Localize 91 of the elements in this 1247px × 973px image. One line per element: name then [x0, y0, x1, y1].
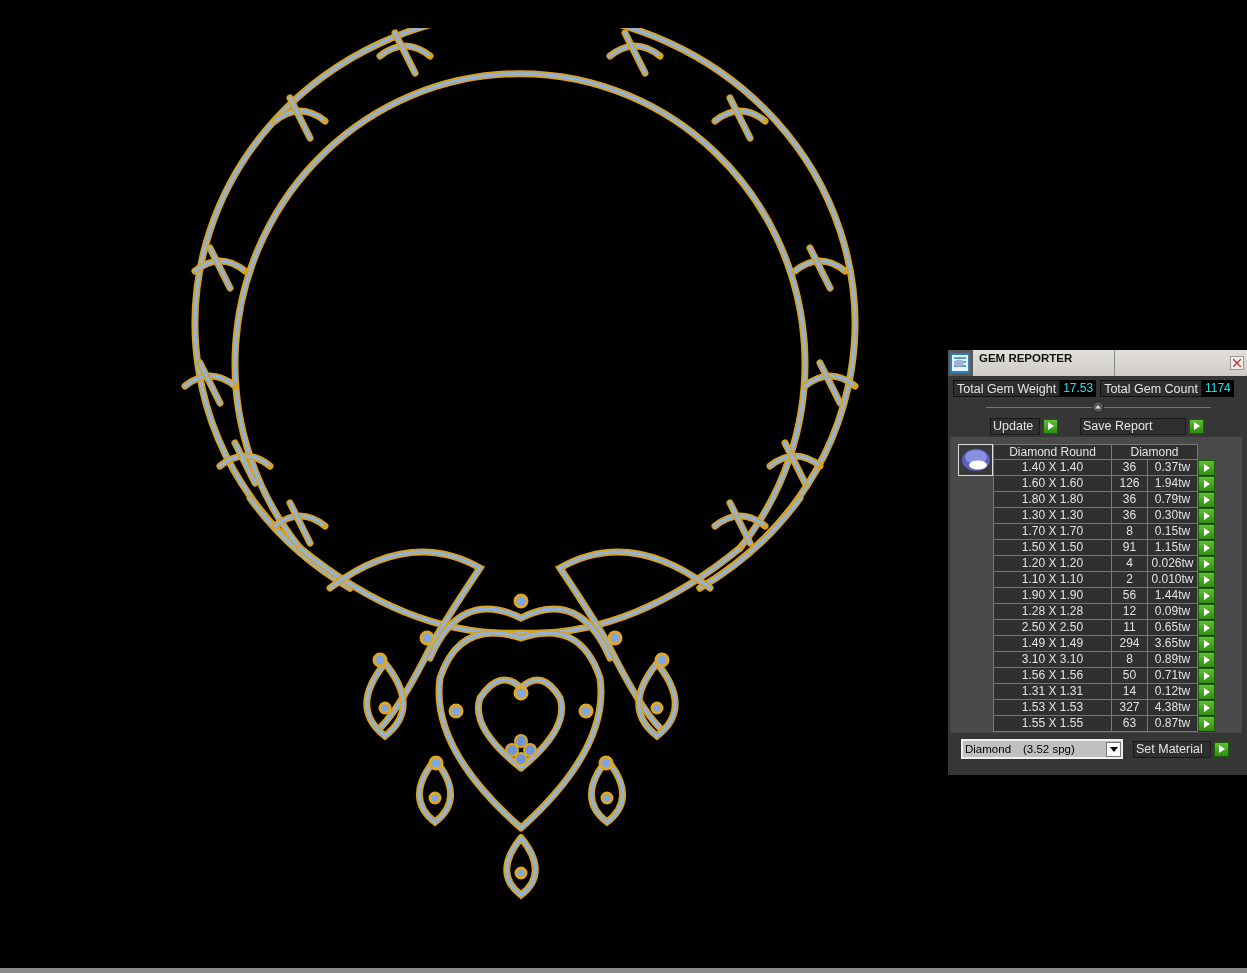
table-cell: 11: [1112, 620, 1148, 636]
column-header: Diamond: [1112, 444, 1198, 460]
play-arrow-icon: [1047, 422, 1054, 430]
row-arrow-button[interactable]: [1198, 684, 1215, 700]
table-cell: 1.20 X 1.20: [993, 556, 1112, 572]
table-cell: 1.30 X 1.30: [993, 508, 1112, 524]
table-cell: 2.50 X 2.50: [993, 620, 1112, 636]
total-label: Total Gem Count: [1100, 380, 1202, 397]
table-cell: 56: [1112, 588, 1148, 604]
action-button[interactable]: Set Material: [1133, 740, 1211, 758]
table-cell: 3.10 X 3.10: [993, 652, 1112, 668]
play-arrow-icon: [1193, 422, 1200, 430]
table-cell: 4: [1112, 556, 1148, 572]
table-cell: 1.15tw: [1148, 540, 1198, 556]
close-button[interactable]: [1230, 356, 1244, 370]
play-arrow-icon: [1218, 745, 1225, 753]
material-name: Diamond: [965, 743, 1012, 755]
table-cell: 0.30tw: [1148, 508, 1198, 524]
table-cell: 1.10 X 1.10: [993, 572, 1112, 588]
row-arrow-button[interactable]: [1198, 652, 1215, 668]
row-arrow-button[interactable]: [1198, 716, 1215, 732]
table-cell: 0.010tw: [1148, 572, 1198, 588]
run-button[interactable]: [1189, 418, 1204, 434]
table-cell: 63: [1112, 716, 1148, 732]
table-cell: 14: [1112, 684, 1148, 700]
table-cell: 1.44tw: [1148, 588, 1198, 604]
table-cell: 2: [1112, 572, 1148, 588]
table-cell: 3.65tw: [1148, 636, 1198, 652]
total-value: 1174: [1201, 380, 1234, 397]
action-button[interactable]: Update: [990, 417, 1040, 435]
app-icon: [950, 353, 970, 373]
table-cell: 1.28 X 1.28: [993, 604, 1112, 620]
run-button[interactable]: [1043, 418, 1058, 434]
run-button[interactable]: [1214, 741, 1229, 757]
table-cell: 4.38tw: [1148, 700, 1198, 716]
row-arrow-button[interactable]: [1198, 604, 1215, 620]
table-cell: 294: [1112, 636, 1148, 652]
row-arrow-button[interactable]: [1198, 540, 1215, 556]
table-cell: 1.56 X 1.56: [993, 668, 1112, 684]
action-button[interactable]: Save Report: [1080, 417, 1186, 435]
table-cell: 8: [1112, 524, 1148, 540]
row-arrow-button[interactable]: [1198, 508, 1215, 524]
table-cell: 1.60 X 1.60: [993, 476, 1112, 492]
table-cell: 36: [1112, 492, 1148, 508]
table-cell: 12: [1112, 604, 1148, 620]
table-cell: 1.70 X 1.70: [993, 524, 1112, 540]
table-cell: 91: [1112, 540, 1148, 556]
table-cell: 1.31 X 1.31: [993, 684, 1112, 700]
table-cell: 126: [1112, 476, 1148, 492]
table-cell: 0.71tw: [1148, 668, 1198, 684]
material-dropdown[interactable]: Diamond (3.52 spg): [961, 739, 1123, 759]
table-cell: 8: [1112, 652, 1148, 668]
table-cell: 0.65tw: [1148, 620, 1198, 636]
table-cell: 0.12tw: [1148, 684, 1198, 700]
table-cell: 0.15tw: [1148, 524, 1198, 540]
table-cell: 1.49 X 1.49: [993, 636, 1112, 652]
table-cell: 0.37tw: [1148, 460, 1198, 476]
table-cell: 1.90 X 1.90: [993, 588, 1112, 604]
row-arrow-button[interactable]: [1198, 556, 1215, 572]
table-cell: 1.80 X 1.80: [993, 492, 1112, 508]
table-cell: 0.87tw: [1148, 716, 1198, 732]
row-arrow-button[interactable]: [1198, 588, 1215, 604]
gem-thumbnail: [958, 444, 993, 476]
row-arrow-button[interactable]: [1198, 460, 1215, 476]
table-cell: 1.50 X 1.50: [993, 540, 1112, 556]
table-cell: 1.94tw: [1148, 476, 1198, 492]
table-cell: 0.89tw: [1148, 652, 1198, 668]
table-cell: 36: [1112, 460, 1148, 476]
table-cell: 1.55 X 1.55: [993, 716, 1112, 732]
table-cell: 0.09tw: [1148, 604, 1198, 620]
row-arrow-button[interactable]: [1198, 476, 1215, 492]
column-header: Diamond Round: [993, 444, 1112, 460]
row-arrow-button[interactable]: [1198, 620, 1215, 636]
row-arrow-button[interactable]: [1198, 636, 1215, 652]
table-cell: 1.53 X 1.53: [993, 700, 1112, 716]
window-title: GEM REPORTER: [979, 352, 1073, 364]
row-arrow-button[interactable]: [1198, 492, 1215, 508]
total-label: Total Gem Weight: [953, 380, 1061, 397]
table-cell: 327: [1112, 700, 1148, 716]
table-cell: 50: [1112, 668, 1148, 684]
total-value: 17.53: [1060, 380, 1097, 397]
table-cell: 0.79tw: [1148, 492, 1198, 508]
row-arrow-button[interactable]: [1198, 572, 1215, 588]
row-arrow-button[interactable]: [1198, 668, 1215, 684]
material-density: (3.52 spg): [1023, 743, 1075, 755]
table-cell: 0.026tw: [1148, 556, 1198, 572]
row-arrow-button[interactable]: [1198, 700, 1215, 716]
table-cell: 1.40 X 1.40: [993, 460, 1112, 476]
collapse-handle-icon[interactable]: [1091, 401, 1104, 413]
row-arrow-button[interactable]: [1198, 524, 1215, 540]
table-cell: 36: [1112, 508, 1148, 524]
